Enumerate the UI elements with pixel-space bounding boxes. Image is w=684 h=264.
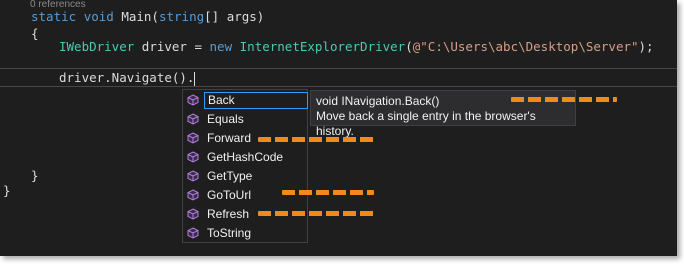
method-cube-icon xyxy=(187,113,199,125)
annotation-dash-back xyxy=(511,97,617,102)
completion-item-gethashcode[interactable]: GetHashCode xyxy=(183,148,307,167)
completion-item-tostring[interactable]: ToString xyxy=(183,224,307,243)
completion-item-label: Forward xyxy=(207,131,252,145)
keyword-new: new xyxy=(209,39,233,54)
driver-assignment: driver = xyxy=(134,39,210,54)
method-cube-icon xyxy=(187,227,199,239)
method-name-main: Main( xyxy=(121,9,159,24)
params-args: [] args) xyxy=(204,9,265,24)
code-line-driver-declaration: IWebDriver driver = new InternetExplorer… xyxy=(59,37,654,56)
completion-item-label: Back xyxy=(204,92,308,109)
annotation-dash-gotourl xyxy=(282,190,374,195)
keyword-void: void xyxy=(83,9,114,24)
completion-item-label: ToString xyxy=(207,226,252,240)
code-line-main-signature: static void Main(string[] args) xyxy=(31,7,264,26)
annotation-dash-forward xyxy=(258,137,374,142)
method-cube-icon xyxy=(187,151,199,163)
completion-item-label: Refresh xyxy=(207,207,250,221)
method-cube-icon xyxy=(187,94,199,106)
completion-item-label: GoToUrl xyxy=(207,188,252,202)
completion-item-label: GetType xyxy=(207,169,253,183)
navigate-call: driver.Navigate(). xyxy=(59,70,195,85)
code-editor[interactable]: 0 references static void Main(string[] a… xyxy=(0,0,677,256)
brace-open: { xyxy=(31,26,39,41)
paren-close: ); xyxy=(638,39,654,54)
tooltip-description: Move back a single entry in the browser'… xyxy=(316,109,536,138)
method-cube-icon xyxy=(187,189,199,201)
method-cube-icon xyxy=(187,208,199,220)
intellisense-completion-list[interactable]: Back Equals Forward GetHashCode GetType … xyxy=(182,89,308,243)
string-server-path: @"C:\Users\abc\Desktop\Server" xyxy=(412,39,639,54)
completion-item-gotourl[interactable]: GoToUrl xyxy=(183,186,307,205)
annotation-dash-refresh xyxy=(258,211,376,216)
type-iwebdriver: IWebDriver xyxy=(59,39,135,54)
brace-close-outer: } xyxy=(3,183,11,198)
type-internetexplorerdriver: InternetExplorerDriver xyxy=(239,39,406,54)
completion-item-back[interactable]: Back xyxy=(183,91,308,110)
completion-item-label: GetHashCode xyxy=(207,150,284,164)
keyword-string: string xyxy=(158,9,205,24)
completion-item-label: Equals xyxy=(207,112,244,126)
paren-open: ( xyxy=(405,39,413,54)
keyword-static: static xyxy=(31,9,77,24)
completion-item-gettype[interactable]: GetType xyxy=(183,167,307,186)
quickinfo-tooltip: void INavigation.Back() Move back a sing… xyxy=(310,90,576,138)
method-cube-icon xyxy=(187,170,199,182)
completion-item-equals[interactable]: Equals xyxy=(183,110,307,129)
text-caret xyxy=(194,71,196,86)
method-cube-icon xyxy=(187,132,199,144)
brace-close-inner: } xyxy=(31,168,39,183)
code-line-navigate[interactable]: driver.Navigate(). xyxy=(59,68,196,87)
